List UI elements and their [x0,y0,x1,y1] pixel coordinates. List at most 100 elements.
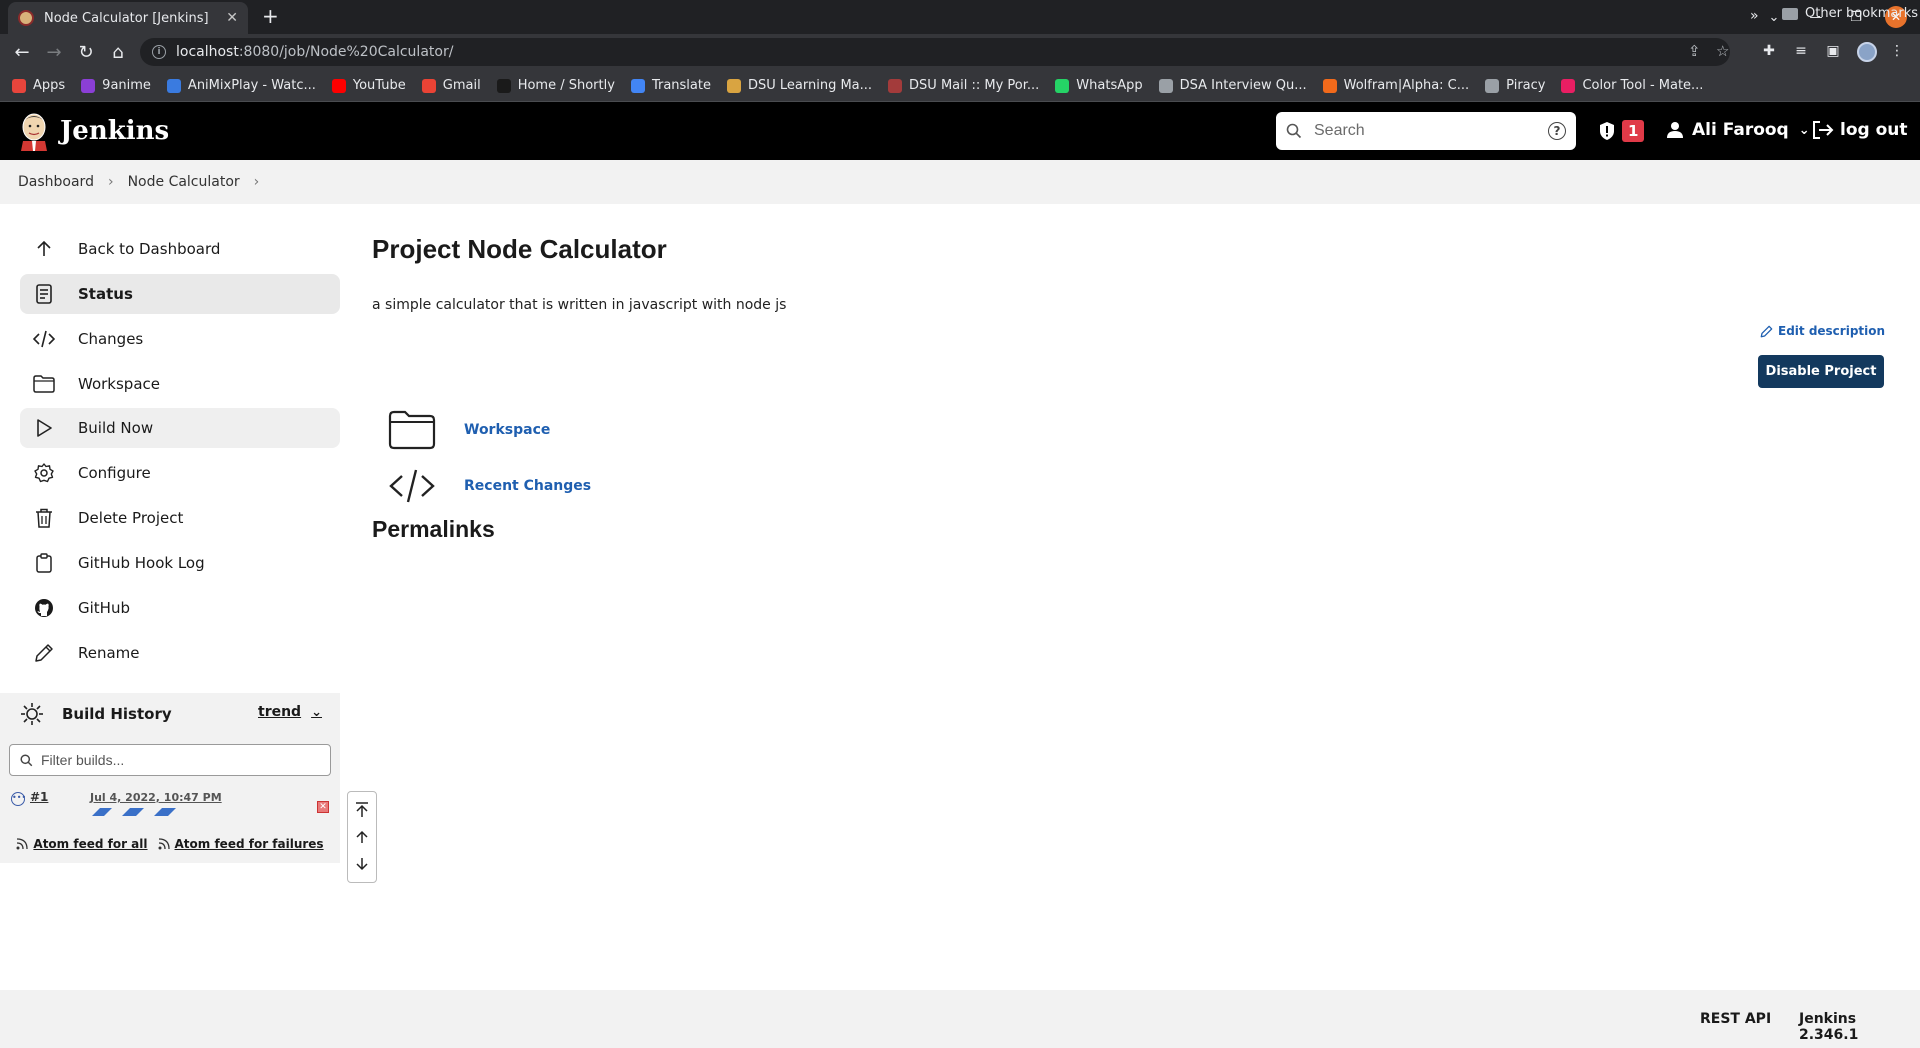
bookmark-favicon-icon [421,78,436,93]
back-icon[interactable]: ← [10,40,34,64]
search-help-icon[interactable]: ? [1548,122,1566,140]
disable-project-button[interactable]: Disable Project [1758,355,1884,388]
other-bookmarks[interactable]: Other bookmarks [1782,6,1918,21]
side-panel-icon[interactable]: ▣ [1824,43,1842,61]
jenkins-logo-icon[interactable] [18,111,50,151]
bookmark-favicon-icon [1055,78,1070,93]
site-info-icon[interactable]: i [152,45,166,59]
recent-changes-link[interactable]: Recent Changes [386,460,591,512]
build-filter-input[interactable] [41,752,330,768]
share-icon[interactable]: ⇪ [1688,42,1701,60]
rss-icon [16,838,29,850]
bookmark-item[interactable]: DSU Mail :: My Por... [888,78,1039,93]
bookmark-item[interactable]: YouTube [331,78,406,93]
chevron-down-icon[interactable]: ⌄ [311,705,322,720]
bookmark-label: Color Tool - Mate... [1582,78,1704,93]
pencil-icon [32,641,56,665]
extensions-icon[interactable]: ✚ [1760,43,1778,61]
build-progress-bar [92,808,176,816]
chevron-right-icon[interactable]: › [108,174,114,190]
url-text: localhost:8080/job/Node%20Calculator/ [176,44,454,60]
sidebar-item-label: Rename [78,644,140,662]
home-icon[interactable]: ⌂ [106,40,130,64]
user-icon [1667,122,1683,138]
build-filter-box[interactable] [9,744,331,776]
bookmark-item[interactable]: Wolfram|Alpha: C... [1322,78,1469,93]
recent-changes-link-label: Recent Changes [464,478,592,494]
chevron-right-icon[interactable]: › [254,174,260,190]
build-number-link[interactable]: #1 [30,790,48,804]
reading-list-icon[interactable]: ≡ [1792,43,1810,61]
trash-icon [32,506,56,530]
reload-icon[interactable]: ↻ [74,40,98,64]
bookmark-star-icon[interactable]: ☆ [1716,42,1729,60]
rss-icon [158,838,170,850]
sidebar-item-label: Delete Project [78,509,184,527]
bookmark-item[interactable]: DSA Interview Qu... [1158,78,1307,93]
folder-icon [386,404,438,456]
browser-tab-bar: Node Calculator [Jenkins] ✕ + ⌄ — ❐ ✕ [0,0,1920,34]
document-icon [32,282,56,306]
profile-avatar[interactable] [1857,42,1877,62]
workspace-link[interactable]: Workspace [386,404,550,456]
edit-description-link[interactable]: Edit description [1760,324,1885,338]
bookmark-item[interactable]: Apps [12,78,65,93]
bookmark-item[interactable]: 9anime [81,78,151,93]
bookmark-favicon-icon [496,78,511,93]
bookmark-label: Gmail [442,78,481,93]
sidebar-item-status[interactable]: Status [20,274,340,314]
scroll-to-top-icon[interactable] [352,800,372,820]
code-icon [32,327,56,351]
rest-api-link[interactable]: REST API [1700,1011,1771,1027]
sidebar-item-build-now[interactable]: Build Now [20,408,340,448]
search-input[interactable] [1314,122,1548,140]
breadcrumb: Dashboard › Node Calculator › [0,160,1920,204]
browser-tab[interactable]: Node Calculator [Jenkins] ✕ [8,2,248,34]
bookmark-item[interactable]: DSU Learning Ma... [726,78,872,93]
logout-link[interactable]: log out [1812,120,1908,140]
atom-feed-failures-link[interactable]: Atom feed for failures [158,837,324,851]
search-box[interactable]: ? [1276,112,1576,150]
atom-feed-all-link[interactable]: Atom feed for all [16,837,148,851]
forward-icon[interactable]: → [42,40,66,64]
bookmark-item[interactable]: Piracy [1485,78,1545,93]
new-tab-icon[interactable]: + [262,6,279,26]
sidebar-item-delete-project[interactable]: Delete Project [20,498,340,538]
bookmark-label: Apps [33,78,66,93]
bookmark-item[interactable]: Home / Shortly [496,78,615,93]
browser-menu-icon[interactable]: ⋮ [1888,43,1906,61]
sidebar-item-github-hook-log[interactable]: GitHub Hook Log [20,543,340,583]
jenkins-title[interactable]: Jenkins [60,116,169,146]
pencil-icon [1760,325,1773,337]
sidebar-item-rename[interactable]: Rename [20,633,340,673]
sidebar-item-back-to-dashboard[interactable]: Back to Dashboard [20,229,340,269]
bookmark-item[interactable]: Gmail [421,78,481,93]
sidebar-item-github[interactable]: GitHub [20,588,340,628]
jenkins-version-link[interactable]: Jenkins 2.346.1 [1799,1011,1920,1043]
bookmark-favicon-icon [726,78,741,93]
sidebar-item-label: Changes [78,330,144,348]
breadcrumb-dashboard[interactable]: Dashboard [18,174,94,190]
cancel-build-icon[interactable]: ✕ [317,801,329,813]
sidebar-item-changes[interactable]: Changes [20,319,340,359]
bookmark-item[interactable]: AniMixPlay - Watc... [166,78,316,93]
bookmark-item[interactable]: Translate [630,78,711,93]
build-date-link[interactable]: Jul 4, 2022, 10:47 PM [90,791,222,804]
trend-link[interactable]: trend ⌄ [258,704,322,720]
bookmark-favicon-icon [888,78,903,93]
scroll-down-icon[interactable] [352,854,372,874]
sidebar-item-workspace[interactable]: Workspace [20,364,340,404]
address-bar[interactable]: i localhost:8080/job/Node%20Calculator/ … [140,38,1730,66]
tab-close-icon[interactable]: ✕ [226,10,238,26]
user-menu[interactable]: Ali Farooq ⌄ [1666,120,1810,140]
more-bookmarks-icon[interactable]: » [1750,8,1759,24]
bookmark-item[interactable]: Color Tool - Mate... [1561,78,1703,93]
chevron-down-icon: ⌄ [1798,122,1810,138]
permalinks-heading: Permalinks [372,516,495,542]
security-alert[interactable]: 1 [1598,120,1645,142]
bookmark-item[interactable]: WhatsApp [1055,78,1143,93]
atom-feed-all-label: Atom feed for all [33,837,148,851]
scroll-up-icon[interactable] [352,827,372,847]
sidebar-item-configure[interactable]: Configure [20,453,340,493]
breadcrumb-node-calculator[interactable]: Node Calculator [128,174,240,190]
